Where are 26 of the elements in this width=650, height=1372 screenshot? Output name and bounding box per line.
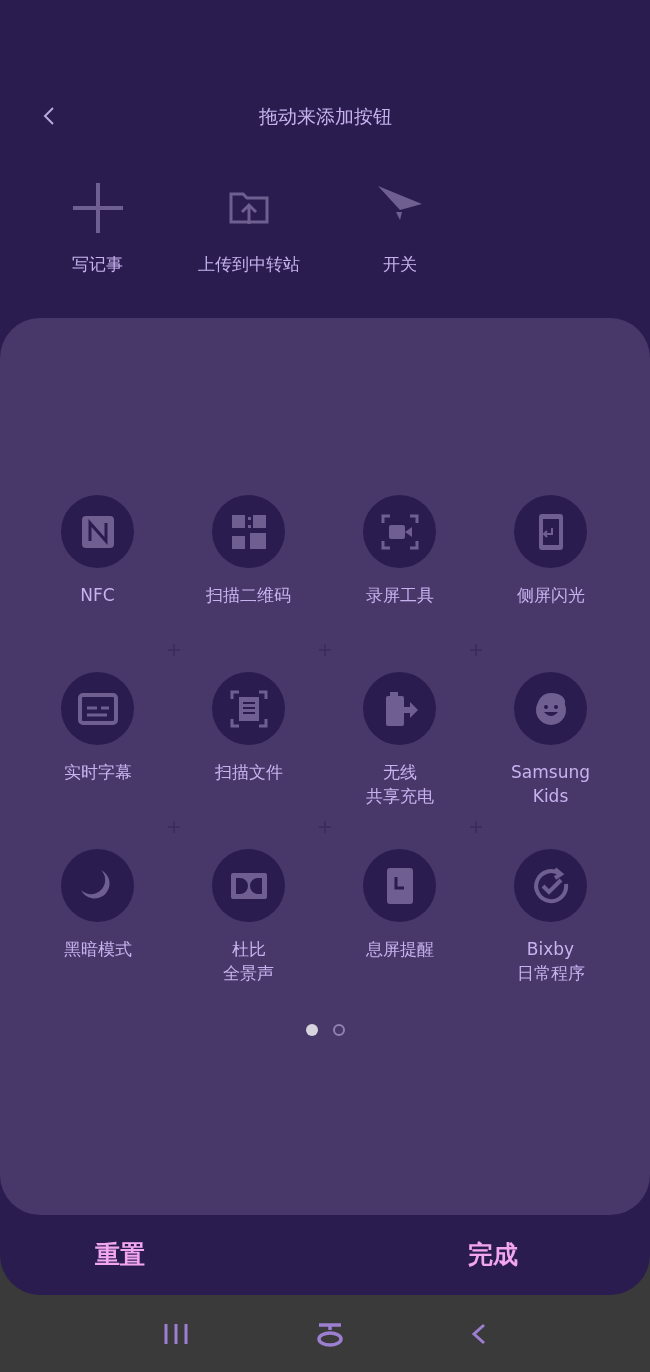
tile-label: 黑暗模式 — [63, 938, 132, 961]
tile-label: 无线 — [382, 761, 417, 784]
tile-label: NFC — [80, 584, 115, 607]
recent-apps-icon[interactable] — [163, 1322, 189, 1345]
back-nav-icon[interactable] — [471, 1321, 487, 1346]
tile-label: Kids — [532, 785, 569, 808]
tile-label: Bixby — [526, 938, 575, 961]
tile-label: Samsung — [511, 761, 590, 784]
back-icon — [43, 106, 55, 126]
tile-label: 实时字幕 — [63, 761, 132, 784]
tile-label: 扫描文件 — [214, 761, 283, 784]
tile-label: 全景声 — [223, 962, 274, 985]
button-label: 开关 — [382, 253, 417, 276]
button-label: 上传到中转站 — [197, 253, 300, 276]
action-button[interactable]: 重置 — [86, 1236, 153, 1274]
tile-label: 杜比 — [231, 938, 266, 961]
tile-label: 扫描二维码 — [206, 584, 291, 607]
tile-label: 共享充电 — [365, 785, 434, 808]
tile-label: 息屏提醒 — [365, 938, 434, 961]
tile-label: 录屏工具 — [365, 584, 434, 607]
tile-label: 日常程序 — [516, 962, 585, 985]
home-icon[interactable] — [315, 1320, 345, 1347]
page-title: 拖动来添加按钮 — [258, 104, 392, 129]
button-label: 写记事 — [72, 253, 123, 276]
action-button[interactable]: 完成 — [459, 1236, 526, 1274]
tile-label: 侧屏闪光 — [516, 584, 585, 607]
